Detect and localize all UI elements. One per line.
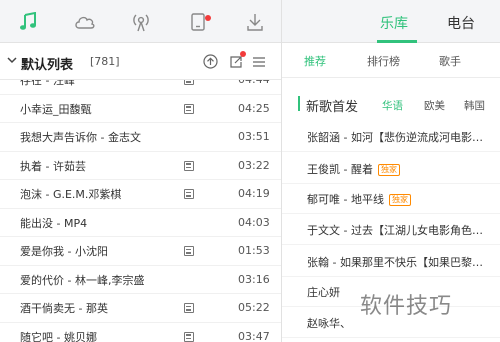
exclusive-badge: 独家 xyxy=(377,164,400,176)
song-duration: 03:22 xyxy=(238,158,270,172)
mv-icon[interactable] xyxy=(184,103,194,114)
song-row[interactable]: 小幸运_田馥甄 04:25 xyxy=(0,95,281,123)
mv-icon[interactable] xyxy=(184,189,194,199)
song-title: 酒干倘卖无 - 那英 xyxy=(20,302,108,315)
playlist-header[interactable]: 默认列表 [781] xyxy=(0,43,281,80)
section-title: 新歌首发 xyxy=(306,100,359,115)
menu-icon[interactable] xyxy=(252,56,266,68)
new-song-row[interactable]: 张翰 - 如果那里不快乐【如果巴黎… xyxy=(282,246,500,277)
subtab-charts[interactable]: 排行榜 xyxy=(367,53,400,69)
new-song-row[interactable]: 于文文 - 过去【江湖儿女电影角色… xyxy=(282,214,500,245)
music-note-icon[interactable] xyxy=(15,9,41,35)
song-title: 爱的代价 - 林一峰,李宗盛 xyxy=(20,273,145,287)
device-icon[interactable] xyxy=(185,9,211,35)
subtab-singers[interactable]: 歌手 xyxy=(439,53,461,69)
song-title: 我想大声告诉你 - 金志文 xyxy=(20,131,141,144)
new-song-title: 于文文 - 过去【江湖儿女电影角色… xyxy=(307,222,483,238)
mv-icon[interactable] xyxy=(184,331,194,342)
watermark-text: 软件技巧 xyxy=(360,294,453,319)
song-list: 存在 - 汪峰04:44小幸运_田馥甄04:25我想大声告诉你 - 金志文03:… xyxy=(0,66,281,342)
song-duration: 04:25 xyxy=(238,101,270,115)
tab-music-library[interactable]: 乐库 xyxy=(380,13,408,33)
radio-icon[interactable] xyxy=(128,9,154,35)
new-song-title: 张翰 - 如果那里不快乐【如果巴黎… xyxy=(307,254,483,270)
top-nav xyxy=(0,0,281,43)
share-icon[interactable] xyxy=(228,51,246,70)
song-title: 泡沫 - G.E.M.邓紫棋 xyxy=(20,188,122,201)
song-duration: 01:53 xyxy=(238,244,270,257)
lang-tab-chinese[interactable]: 华语 xyxy=(382,98,403,113)
mv-icon[interactable] xyxy=(184,303,194,313)
new-song-text: 张韶涵 - 如河【悲伤逆流成河电影… xyxy=(307,131,483,144)
mv-icon[interactable] xyxy=(184,246,194,256)
new-song-text: 王俊凯 - 醒着 xyxy=(307,163,373,176)
notification-badge xyxy=(205,15,211,21)
new-song-row[interactable]: 张韶涵 - 如河【悲伤逆流成河电影… xyxy=(282,121,500,152)
playlist-count: [781] xyxy=(90,55,120,68)
song-title: 随它吧 - 姚贝娜 xyxy=(20,330,97,342)
song-duration: 03:51 xyxy=(238,130,270,143)
new-song-text: 赵咏华、 xyxy=(307,317,351,330)
sub-tabs: 推荐 排行榜 歌手 xyxy=(282,43,500,78)
new-song-title: 张韶涵 - 如河【悲伤逆流成河电影… xyxy=(307,129,483,145)
new-song-text: 庄心妍 xyxy=(307,286,340,299)
playlist-title: 默认列表 xyxy=(21,58,74,73)
section-accent-bar xyxy=(298,96,300,111)
song-row[interactable]: 我想大声告诉你 - 金志文 03:51 xyxy=(0,123,281,152)
song-title: 爱是你我 - 小沈阳 xyxy=(20,245,108,258)
song-row[interactable]: 泡沫 - G.E.M.邓紫棋 04:19 xyxy=(0,180,281,209)
new-song-row[interactable]: 王俊凯 - 醒着 独家 xyxy=(282,153,500,184)
mv-icon[interactable] xyxy=(184,160,194,171)
main-tabs: 乐库 电台 xyxy=(282,0,500,43)
new-song-title: 庄心妍 xyxy=(307,284,340,300)
song-row[interactable]: 爱是你我 - 小沈阳 01:53 xyxy=(0,237,281,266)
new-song-row[interactable]: 郁可唯 - 地平线 独家 xyxy=(282,183,500,214)
song-duration: 03:47 xyxy=(238,329,270,342)
lang-tab-korean[interactable]: 韩国 xyxy=(464,98,485,113)
new-song-text: 郁可唯 - 地平线 xyxy=(307,193,384,206)
exclusive-badge: 独家 xyxy=(388,194,411,206)
new-song-text: 于文文 - 过去【江湖儿女电影角色… xyxy=(307,224,483,237)
song-duration: 04:03 xyxy=(238,215,270,229)
song-row[interactable]: 酒干倘卖无 - 那英 05:22 xyxy=(0,294,281,323)
song-duration: 05:22 xyxy=(238,301,270,314)
new-song-text: 张翰 - 如果那里不快乐【如果巴黎… xyxy=(307,256,483,269)
chevron-down-icon[interactable] xyxy=(7,56,17,64)
song-title: 小幸运_田馥甄 xyxy=(20,102,92,116)
lang-tab-western[interactable]: 欧美 xyxy=(424,98,445,113)
download-icon[interactable] xyxy=(242,9,268,35)
left-panel: 存在 - 汪峰04:44小幸运_田馥甄04:25我想大声告诉你 - 金志文03:… xyxy=(0,0,281,342)
notification-badge xyxy=(240,51,246,57)
song-row[interactable]: 能出没 - MP4 04:03 xyxy=(0,209,281,237)
song-duration: 03:16 xyxy=(238,272,270,286)
song-duration: 04:19 xyxy=(238,187,270,200)
upload-icon[interactable] xyxy=(203,54,218,69)
song-row[interactable]: 随它吧 - 姚贝娜 03:47 xyxy=(0,323,281,342)
song-row[interactable]: 执着 - 许茹芸 03:22 xyxy=(0,152,281,180)
song-title: 执着 - 许茹芸 xyxy=(20,159,86,173)
new-song-title: 郁可唯 - 地平线 独家 xyxy=(307,191,411,207)
song-title: 能出没 - MP4 xyxy=(20,216,88,230)
new-song-title: 赵咏华、 xyxy=(307,315,351,331)
cloud-icon[interactable] xyxy=(72,9,98,35)
song-row[interactable]: 爱的代价 - 林一峰,李宗盛 03:16 xyxy=(0,266,281,294)
tab-radio[interactable]: 电台 xyxy=(447,13,475,33)
new-song-title: 王俊凯 - 醒着 独家 xyxy=(307,161,400,177)
subtab-recommend[interactable]: 推荐 xyxy=(304,53,326,69)
